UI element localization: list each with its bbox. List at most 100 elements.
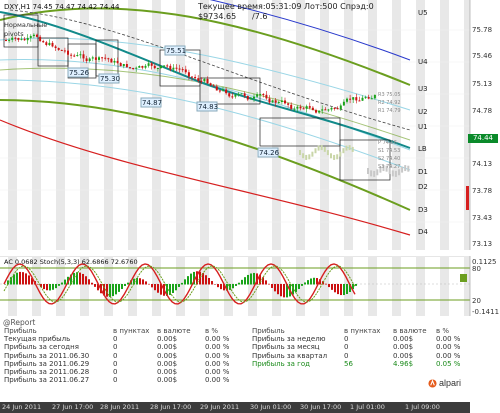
- session-band: [224, 0, 233, 250]
- table-cell: 0.00$: [157, 376, 178, 385]
- time-tick: 29 Jun 2011: [200, 403, 240, 411]
- candle-body: [234, 94, 237, 97]
- candle-body: [265, 94, 268, 99]
- projected-candle: [326, 150, 329, 156]
- table-cell: 0.00 %: [205, 359, 230, 368]
- candle-body: [280, 100, 283, 103]
- projected-candle: [401, 166, 404, 173]
- ac-bar: [49, 284, 51, 291]
- current-price-tag: 74.44: [468, 134, 498, 143]
- projected-candle: [299, 150, 301, 155]
- candle-body: [141, 66, 144, 68]
- candle-body: [147, 63, 150, 66]
- table-cell: 0.00 %: [205, 376, 230, 385]
- report-left-percent: в % 0.00 % 0.00 % 0.00 % 0.00 % 0.00 % 0…: [205, 327, 245, 384]
- candle-body: [156, 68, 159, 70]
- ac-bar: [280, 284, 282, 297]
- svg-text:P 74.66: P 74.66: [378, 140, 397, 146]
- session-band: [392, 256, 401, 316]
- ac-bar: [265, 280, 267, 285]
- candle-body: [290, 104, 293, 109]
- projected-candle: [342, 148, 345, 154]
- candle-body: [271, 100, 274, 103]
- session-band: [248, 0, 257, 250]
- ac-bar: [208, 277, 210, 285]
- session-band: [440, 256, 449, 316]
- report-left-names: Прибыль Текущая прибыль Прибыль за сегод…: [4, 327, 114, 384]
- candle-body: [153, 65, 156, 69]
- table-cell: 0.00$: [157, 351, 178, 360]
- normal-label: Нормальные: [4, 21, 47, 29]
- candle-body: [169, 65, 172, 70]
- report-left-points: в пунктах 0 0 0 0 0 0: [113, 327, 153, 384]
- session-band: [344, 256, 353, 316]
- table-cell: Прибыль за 2011.06.27: [4, 376, 90, 385]
- candle-body: [166, 65, 169, 67]
- candle-body: [225, 89, 228, 94]
- ac-bar: [112, 284, 114, 297]
- time-tick: 27 Jun 17:00: [52, 403, 94, 411]
- candle-body: [178, 68, 181, 70]
- table-cell: Прибыль за год: [252, 359, 310, 368]
- projected-candle: [345, 145, 348, 151]
- candle-body: [5, 40, 7, 41]
- candle-body: [361, 97, 364, 101]
- candle-body: [20, 38, 23, 40]
- candle-body: [88, 58, 91, 61]
- axis-tick-label: 73.43: [472, 214, 492, 222]
- axis-tick-label: 73.78: [472, 187, 492, 195]
- alpari-icon: [428, 379, 437, 388]
- price-chart[interactable]: 75.26 75.30 75.51 74.87 74.83 74.26 R3 7…: [0, 0, 500, 250]
- table-cell: 0.00$: [393, 335, 414, 344]
- price-label: 74.83: [198, 103, 218, 111]
- candle-body: [110, 58, 113, 63]
- table-cell: Прибыль за 2011.06.30: [4, 351, 90, 360]
- chart-window: 75.26 75.30 75.51 74.87 74.83 74.26 R3 7…: [0, 0, 500, 413]
- candle-body: [262, 94, 265, 96]
- candle-body: [91, 57, 94, 59]
- candle-body: [311, 107, 314, 111]
- candle-body: [222, 89, 224, 91]
- axis-tick-label: 74.78: [472, 107, 492, 115]
- candle-body: [101, 57, 104, 59]
- candle-body: [63, 50, 66, 52]
- candle-body: [346, 98, 348, 102]
- table-header: в %: [436, 327, 450, 335]
- candle-body: [296, 106, 299, 109]
- projected-candle: [311, 151, 314, 157]
- table-cell: 0.00$: [393, 351, 414, 360]
- ac-bar: [154, 284, 156, 291]
- table-cell: 0.00$: [157, 359, 178, 368]
- svg-text:R1 74.79: R1 74.79: [378, 108, 401, 114]
- candle-body: [8, 39, 11, 41]
- report-panel: @Report Прибыль Текущая прибыль Прибыль …: [0, 318, 470, 402]
- pivot-label: LB: [418, 145, 427, 153]
- time-tick: 28 Jun 2011: [100, 403, 140, 411]
- candle-body: [51, 42, 54, 47]
- candle-body: [355, 97, 358, 101]
- indicator-chart[interactable]: AC 0.0682 Stoch(5,3,3) 62.6866 72.6760 0…: [0, 256, 500, 316]
- ac-bar: [355, 284, 357, 286]
- ac-bar: [211, 281, 213, 285]
- projected-candle: [394, 170, 397, 177]
- candle-body: [48, 42, 51, 45]
- projected-candle: [376, 169, 379, 176]
- session-band: [104, 0, 113, 250]
- ac-bar: [271, 284, 273, 288]
- report-right-currency: в валюте 0.00$ 0.00$ 0.00$ 4.96$: [393, 327, 433, 368]
- ac-bar: [124, 284, 126, 286]
- ac-bar: [337, 284, 339, 295]
- table-cell: 0.00 %: [205, 367, 230, 376]
- candle-body: [187, 72, 190, 77]
- candle-body: [32, 34, 35, 37]
- candle-body: [336, 108, 339, 110]
- svg-text:R3 75.05: R3 75.05: [378, 92, 401, 98]
- pivot-label: U3: [418, 85, 428, 93]
- candle-body: [212, 85, 215, 87]
- table-header: в %: [205, 327, 219, 335]
- ac-bar: [301, 284, 303, 286]
- candle-body: [197, 78, 200, 81]
- ac-bar: [334, 284, 336, 293]
- ac-bar: [310, 278, 312, 285]
- candle-body: [277, 102, 280, 104]
